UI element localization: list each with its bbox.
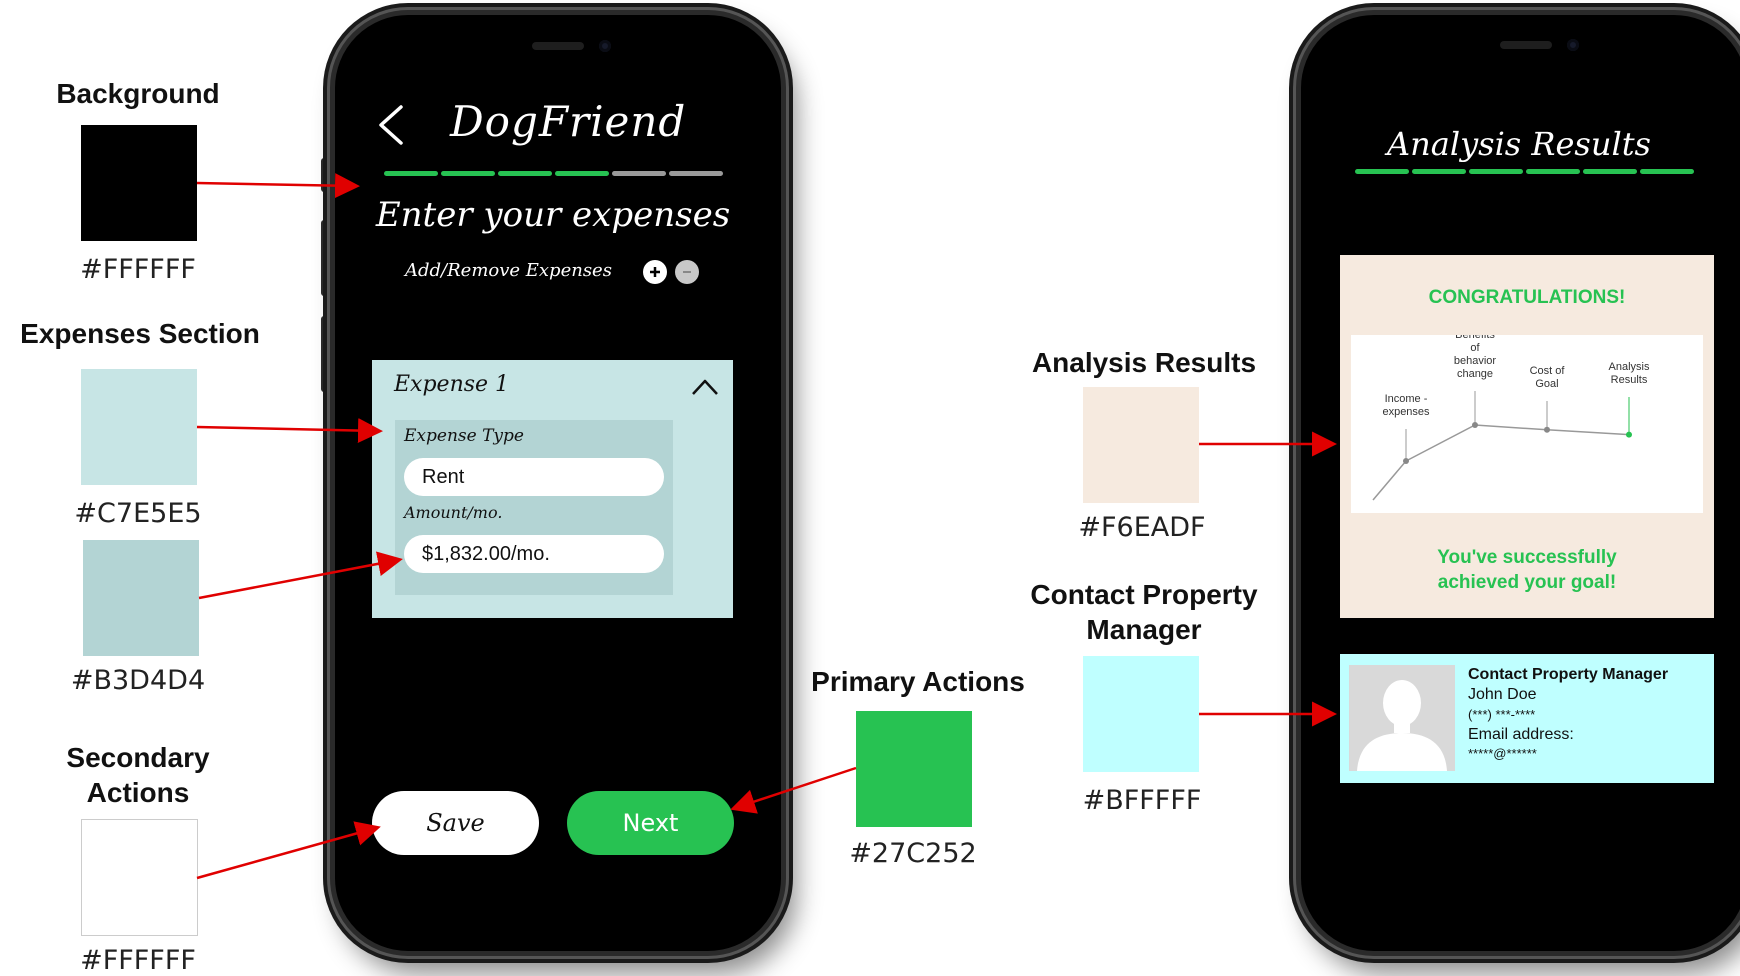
arrow-background <box>196 173 360 199</box>
arrow-primary <box>730 766 857 814</box>
arrow-secondary <box>196 821 381 880</box>
arrow-expenses-card <box>196 418 383 444</box>
annotation-arrows <box>196 173 1337 880</box>
arrow-expenses-inner <box>198 551 403 600</box>
